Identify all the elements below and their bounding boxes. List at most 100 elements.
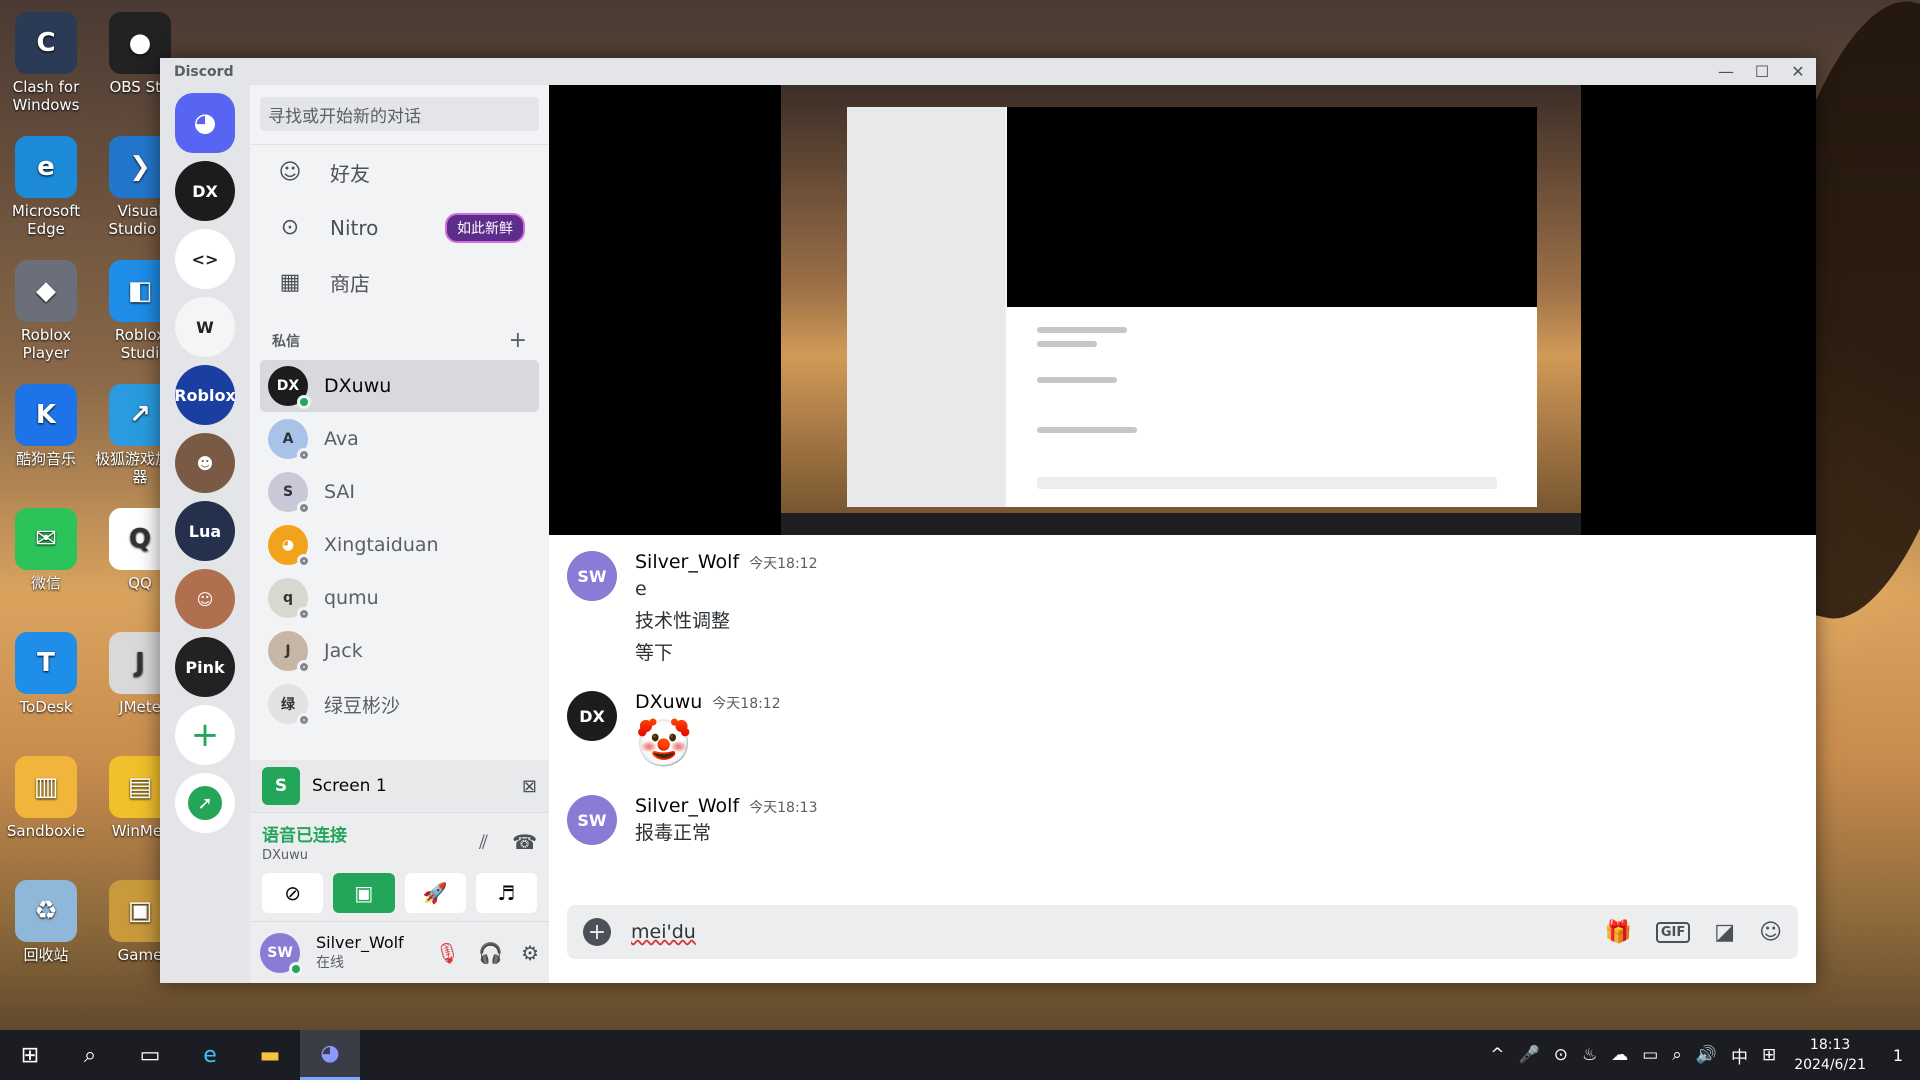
- server-icon[interactable]: ☻: [175, 433, 235, 493]
- clock[interactable]: 18:13 2024/6/21: [1794, 1035, 1866, 1075]
- title-bar[interactable]: Discord — ☐ ✕: [160, 58, 1816, 85]
- activity-button[interactable]: 🚀: [404, 873, 466, 913]
- tray-icon[interactable]: ☁: [1611, 1045, 1628, 1065]
- server-items: DX <> W Roblox ☻ Lua ☺ Pink: [174, 161, 236, 697]
- server-icon[interactable]: Roblox: [174, 365, 236, 425]
- screen-share-button[interactable]: ▣: [333, 873, 395, 913]
- settings-gear-icon[interactable]: ⚙: [521, 941, 539, 965]
- search-icon[interactable]: ⌕: [60, 1030, 120, 1080]
- tray-icon[interactable]: ♨: [1582, 1045, 1597, 1065]
- taskbar-app-edge[interactable]: e: [180, 1030, 240, 1080]
- taskbar-app-explorer[interactable]: ▬: [240, 1030, 300, 1080]
- taskbar-app-discord[interactable]: ◕: [300, 1030, 360, 1080]
- desktop-icon[interactable]: K 酷狗音乐: [0, 384, 92, 468]
- home-button[interactable]: ◕: [175, 93, 235, 153]
- tray-icon[interactable]: 中: [1731, 1043, 1748, 1068]
- disconnect-icon[interactable]: ☎: [512, 830, 537, 854]
- start-button[interactable]: ⊞: [0, 1030, 60, 1080]
- close-button[interactable]: ✕: [1780, 62, 1816, 81]
- dm-list: DX DXuwu A Ava S SAI ◕ Xingtaiduan q qumu J Jack 绿绿豆…: [250, 359, 549, 760]
- avatar: q: [268, 578, 311, 621]
- noise-suppression-icon[interactable]: ⫽: [479, 830, 488, 854]
- explore-servers-button[interactable]: ➚: [175, 773, 235, 833]
- dm-list-item[interactable]: S SAI: [260, 466, 539, 518]
- message-group: DX DXuwu 今天18:12 🤡: [567, 691, 1798, 773]
- desktop-icon[interactable]: ♻ 回收站: [0, 880, 92, 964]
- add-server-button[interactable]: +: [175, 705, 235, 765]
- tray-icon[interactable]: ⊞: [1762, 1045, 1776, 1065]
- server-icon[interactable]: Lua: [175, 501, 235, 561]
- stream-viewer[interactable]: [549, 85, 1816, 535]
- message-header: DXuwu 今天18:12: [635, 691, 781, 713]
- notification-center-icon[interactable]: 1: [1876, 1030, 1920, 1080]
- dm-name: 绿豆彬沙: [324, 694, 401, 717]
- dm-list-item[interactable]: ◕ Xingtaiduan: [260, 519, 539, 571]
- desktop-icon[interactable]: C Clash for Windows: [0, 12, 92, 114]
- offline-status-icon: [297, 607, 311, 621]
- tray-icon[interactable]: ⊙: [1554, 1045, 1568, 1065]
- message-author[interactable]: DXuwu: [635, 691, 702, 713]
- desktop-icon[interactable]: ✉ 微信: [0, 508, 92, 592]
- avatar[interactable]: DX: [567, 691, 617, 741]
- dm-list-item[interactable]: A Ava: [260, 413, 539, 465]
- screen-share-preview[interactable]: S Screen 1 ⊠: [250, 760, 549, 812]
- message-text: 等下: [635, 642, 674, 664]
- tray-icon[interactable]: ^: [1490, 1045, 1504, 1065]
- camera-off-button[interactable]: ⊘: [262, 873, 324, 913]
- mute-mic-icon[interactable]: 🎙: [435, 941, 460, 965]
- message-text: 技术性调整: [635, 610, 731, 632]
- message-text: 报毒正常: [635, 822, 712, 844]
- tray-icon[interactable]: ▭: [1642, 1045, 1658, 1065]
- nav-item-1[interactable]: ⊙ Nitro 如此新鲜: [250, 200, 549, 255]
- tray-icon[interactable]: 🔊: [1696, 1045, 1717, 1065]
- gift-icon[interactable]: 🎁: [1604, 920, 1631, 945]
- desktop-icon[interactable]: ▥ Sandboxie: [0, 756, 92, 840]
- message-input[interactable]: mei'du: [631, 921, 696, 943]
- online-status-icon: [289, 961, 303, 976]
- nav-item-label: 好友: [330, 162, 370, 186]
- plus-icon: +: [190, 715, 220, 755]
- desktop-icon[interactable]: e Microsoft Edge: [0, 136, 92, 238]
- dm-list-item[interactable]: J Jack: [260, 625, 539, 677]
- attach-plus-icon[interactable]: +: [583, 918, 611, 946]
- avatar[interactable]: SW: [567, 795, 617, 845]
- tray-icon[interactable]: ⌕: [1672, 1045, 1682, 1065]
- headset-icon[interactable]: 🎧: [478, 941, 503, 965]
- server-icon[interactable]: <>: [175, 229, 235, 289]
- server-icon[interactable]: ☺: [175, 569, 235, 629]
- nav-item-2[interactable]: ▦ 商店: [250, 255, 549, 310]
- avatar[interactable]: SW: [567, 551, 617, 601]
- message-author[interactable]: Silver_Wolf: [635, 551, 739, 573]
- stop-stream-icon[interactable]: ⊠: [522, 776, 537, 797]
- desktop-icon[interactable]: T ToDesk: [0, 632, 92, 716]
- message-header: Silver_Wolf 今天18:12: [635, 551, 818, 573]
- nav-item-0[interactable]: ☺ 好友: [250, 145, 549, 200]
- voice-connected-label[interactable]: 语音已连接: [262, 821, 347, 846]
- create-dm-button[interactable]: +: [509, 328, 527, 353]
- soundboard-button[interactable]: ♬: [475, 873, 537, 913]
- server-icon[interactable]: Pink: [175, 637, 235, 697]
- dm-name: qumu: [324, 587, 379, 609]
- minimize-button[interactable]: —: [1708, 62, 1744, 81]
- desktop-icon[interactable]: ◆ Roblox Player: [0, 260, 92, 362]
- dm-list-item[interactable]: q qumu: [260, 572, 539, 624]
- server-icon[interactable]: W: [175, 297, 235, 357]
- avatar[interactable]: SW: [260, 932, 303, 976]
- offline-status-icon: [297, 660, 311, 674]
- server-icon[interactable]: DX: [175, 161, 235, 221]
- message-composer[interactable]: + mei'du 🎁 GIF ◪ ☺: [567, 905, 1798, 959]
- discord-window: Discord — ☐ ✕ ◕ DX <> W Roblox ☻ Lua ☺ Pink + ➚…: [160, 58, 1816, 983]
- dm-list-item[interactable]: 绿绿豆彬沙: [260, 678, 539, 730]
- dm-list-item[interactable]: DX DXuwu: [260, 360, 539, 412]
- message-timestamp: 今天18:13: [749, 800, 818, 816]
- app-icon: ▥: [15, 756, 77, 818]
- gif-button[interactable]: GIF: [1655, 921, 1691, 943]
- message-group: SW Silver_Wolf 今天18:13 报毒正常: [567, 795, 1798, 849]
- maximize-button[interactable]: ☐: [1744, 62, 1780, 81]
- search-input[interactable]: 寻找或开始新的对话: [260, 97, 539, 131]
- tray-icon[interactable]: 🎤: [1519, 1045, 1540, 1065]
- task-view-icon[interactable]: ▭: [120, 1030, 180, 1080]
- sticker-icon[interactable]: ◪: [1714, 920, 1735, 945]
- message-author[interactable]: Silver_Wolf: [635, 795, 739, 817]
- emoji-icon[interactable]: ☺: [1759, 920, 1782, 945]
